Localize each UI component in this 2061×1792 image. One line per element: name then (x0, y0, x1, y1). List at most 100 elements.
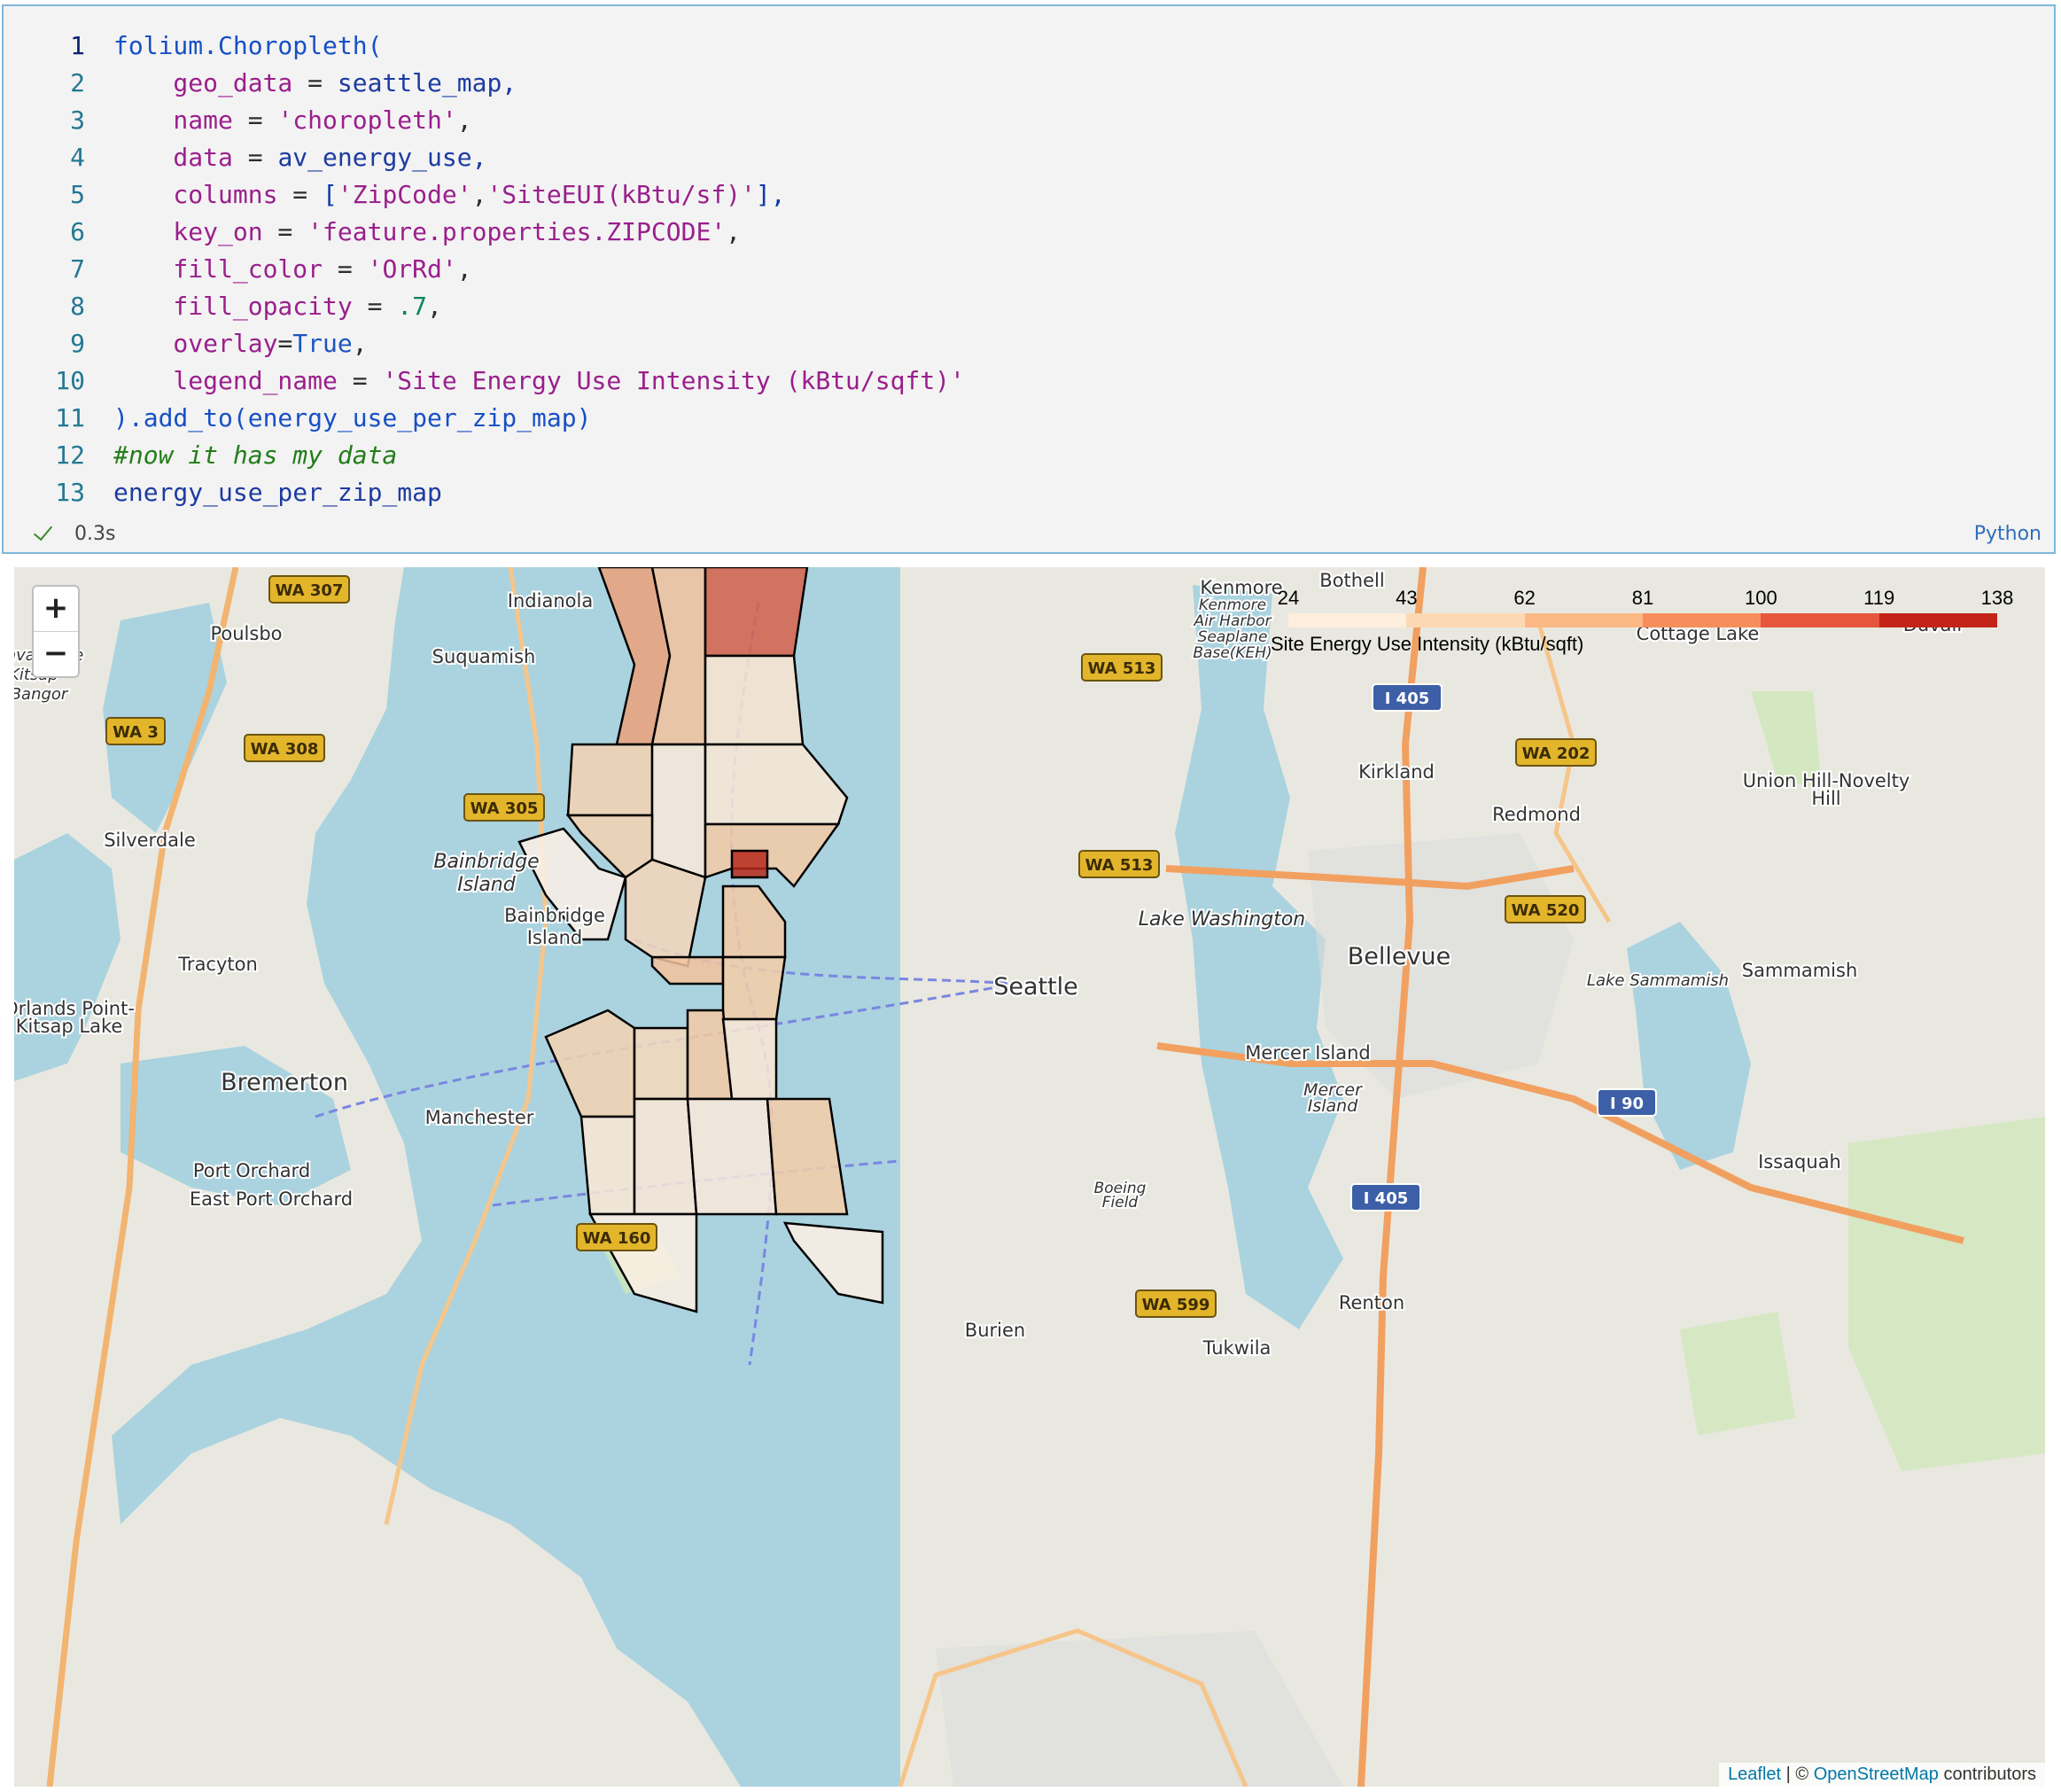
code-token: geo_data (113, 68, 293, 97)
code-token: , (471, 180, 487, 209)
highway-shield-label: WA 307 (276, 581, 344, 600)
zoom-in-button[interactable]: + (34, 587, 78, 631)
map-attribution: Leaflet | © OpenStreetMap contributors (1719, 1763, 2045, 1787)
place-label: Manchester (425, 1107, 534, 1128)
legend-tick-label: 43 (1396, 587, 1418, 609)
code-token: = (277, 329, 293, 358)
cell-status: 0.3s (32, 522, 115, 545)
zip-region[interactable] (579, 1115, 636, 1216)
map-canvas[interactable]: IndianolaPoulsboSuquamishNaval BaseKitsa… (14, 567, 2045, 1787)
highway-shield-label: WA 599 (1142, 1296, 1210, 1314)
line-number: 3 (70, 105, 85, 135)
park-area (1680, 1312, 1795, 1436)
code-token: 'ZipCode' (337, 180, 472, 209)
code-text: name = 'choropleth', (113, 102, 472, 139)
line-number: 6 (70, 217, 85, 246)
highway-shield: WA 202 (1515, 738, 1597, 767)
line-number: 1 (70, 31, 85, 60)
success-check-icon (32, 522, 55, 545)
code-token: seattle_map, (337, 68, 517, 97)
zip-region[interactable] (721, 1017, 778, 1101)
place-label: Kirkland (1358, 761, 1435, 783)
place-label: Seaplane (1198, 628, 1268, 646)
highway-shield: WA 513 (1081, 653, 1163, 682)
line-number: 12 (55, 440, 85, 470)
place-label: Poulsbo (210, 623, 282, 644)
code-text: #now it has my data (113, 437, 397, 474)
line-number: 11 (55, 403, 85, 432)
highway-shield-label: WA 305 (471, 799, 539, 818)
attribution-separator: | © (1781, 1765, 1814, 1784)
line-number: 4 (70, 143, 85, 172)
highway-shield-label: WA 202 (1522, 744, 1590, 763)
zip-region[interactable] (633, 1026, 689, 1101)
legend-tick-label: 62 (1513, 587, 1536, 609)
place-label: Bangor (14, 685, 69, 704)
line-number: 13 (55, 478, 85, 507)
highway-shield-label: WA 520 (1512, 901, 1580, 920)
code-token: True (292, 329, 353, 358)
zip-region[interactable] (650, 743, 707, 879)
code-token: folium.Choropleth( (113, 31, 383, 60)
zip-region[interactable] (704, 654, 805, 746)
place-label: Redmond (1492, 804, 1581, 825)
zip-region[interactable] (721, 955, 787, 1021)
line-number: 7 (70, 254, 85, 284)
code-token: = (337, 366, 383, 395)
code-token: name (113, 105, 233, 135)
zip-region[interactable] (633, 1097, 698, 1216)
zip-region[interactable] (686, 1097, 778, 1216)
place-label: Bellevue (1348, 943, 1450, 970)
zip-region[interactable] (704, 567, 809, 658)
highway-shield-label: WA 513 (1085, 856, 1154, 875)
zoom-out-button[interactable]: − (34, 631, 78, 676)
notebook-code-cell[interactable]: 1 folium.Choropleth( 2 geo_data = seattle_… (2, 4, 2056, 554)
legend-color-step (1524, 613, 1643, 627)
code-token: legend_name (113, 366, 338, 395)
code-token: fill_color (113, 254, 323, 284)
legend-tick-label: 100 (1744, 587, 1777, 609)
code-text: key_on = 'feature.properties.ZIPCODE', (113, 214, 741, 251)
osm-link[interactable]: OpenStreetMap (1814, 1765, 1939, 1784)
legend-tick-label: 138 (1980, 587, 2014, 609)
language-selector[interactable]: Python (1974, 523, 2042, 545)
line-number: 10 (55, 366, 85, 395)
place-label: Bainbridge (433, 851, 539, 873)
leaflet-map[interactable]: IndianolaPoulsboSuquamishNaval BaseKitsa… (14, 567, 2045, 1787)
legend-tick-label: 81 (1631, 587, 1654, 609)
legend-ticks: 24 43 62 81 100 119 138 (1271, 587, 2014, 610)
code-token: fill_opacity (113, 292, 353, 321)
zip-region[interactable] (730, 849, 769, 879)
code-token: energy_use_per_zip_map (113, 478, 442, 507)
code-text: fill_color = 'OrRd', (113, 251, 471, 288)
highway-shield-label: WA 308 (251, 740, 319, 759)
place-label: Bainbridge (504, 905, 605, 926)
line-number: 2 (70, 68, 85, 97)
code-token: = (323, 254, 368, 284)
code-token: , (427, 292, 442, 321)
leaflet-link[interactable]: Leaflet (1728, 1765, 1781, 1784)
code-token: , (456, 105, 472, 135)
highway-shield-label: I 405 (1364, 1189, 1409, 1208)
zip-region[interactable] (566, 743, 654, 817)
highway-shield: I 405 (1372, 683, 1443, 712)
code-token: key_on (113, 217, 263, 246)
code-token: av_energy_use, (277, 143, 487, 172)
code-token: columns (113, 180, 278, 209)
code-text: legend_name = 'Site Energy Use Intensity… (113, 362, 964, 400)
code-token: , (352, 329, 368, 358)
code-text: fill_opacity = .7, (113, 288, 442, 325)
code-token: ], (755, 180, 786, 209)
place-label: Silverdale (104, 830, 196, 851)
place-label: Island (1308, 1096, 1358, 1116)
highway-shield-label: I 405 (1385, 690, 1430, 708)
attribution-suffix: contributors (1938, 1765, 2036, 1784)
highway-shield: I 90 (1597, 1088, 1657, 1117)
code-token: = (232, 105, 278, 135)
zoom-control[interactable]: + − (32, 585, 80, 678)
place-label: East Port Orchard (190, 1188, 353, 1210)
code-token: , (726, 217, 742, 246)
code-token: = (262, 217, 308, 246)
code-token: #now it has my data (113, 440, 398, 470)
highway-shield-label: WA 3 (113, 723, 159, 742)
